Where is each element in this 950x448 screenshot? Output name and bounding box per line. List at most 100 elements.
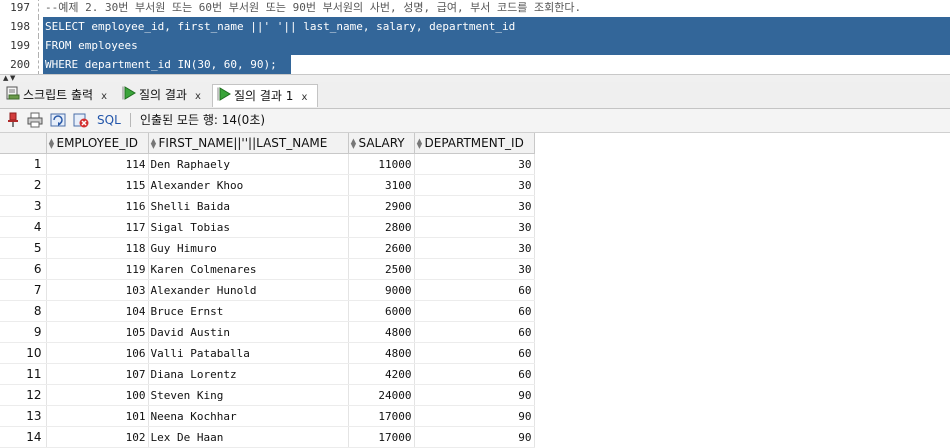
cell-employee-id[interactable]: 101 xyxy=(46,405,149,427)
cell-department-id[interactable]: 60 xyxy=(414,300,535,322)
cell-employee-id[interactable]: 116 xyxy=(46,195,149,217)
table-row[interactable]: 7 103 Alexander Hunold 9000 60 xyxy=(0,279,535,301)
cell-full-name[interactable]: David Austin xyxy=(148,321,349,343)
cell-full-name[interactable]: Bruce Ernst xyxy=(148,300,349,322)
cell-employee-id[interactable]: 117 xyxy=(46,216,149,238)
cell-salary[interactable]: 2800 xyxy=(348,216,415,238)
close-icon[interactable]: x xyxy=(101,91,107,102)
cell-department-id[interactable]: 30 xyxy=(414,237,535,259)
code-text[interactable]: --예제 2. 30번 부서원 또는 60번 부서원 또는 90번 부서원의 사… xyxy=(45,0,581,17)
close-icon[interactable]: x xyxy=(301,92,307,103)
cell-salary[interactable]: 2600 xyxy=(348,237,415,259)
table-row[interactable]: 12 100 Steven King 24000 90 xyxy=(0,384,535,406)
cell-department-id[interactable]: 30 xyxy=(414,216,535,238)
cell-employee-id[interactable]: 104 xyxy=(46,300,149,322)
cell-salary[interactable]: 4800 xyxy=(348,342,415,364)
cell-department-id[interactable]: 30 xyxy=(414,195,535,217)
table-row[interactable]: 3 116 Shelli Baida 2900 30 xyxy=(0,195,535,217)
column-header[interactable]: ▲ ▼ EMPLOYEE_ID xyxy=(46,133,149,154)
row-number-header xyxy=(0,133,47,154)
table-row[interactable]: 8 104 Bruce Ernst 6000 60 xyxy=(0,300,535,322)
cell-full-name[interactable]: Shelli Baida xyxy=(148,195,349,217)
cell-employee-id[interactable]: 107 xyxy=(46,363,149,385)
code-text[interactable]: SELECT employee_id, first_name ||' '|| l… xyxy=(45,17,515,36)
cell-salary[interactable]: 2900 xyxy=(348,195,415,217)
collapse-down-icon[interactable]: ▼ xyxy=(10,75,15,82)
fold-guide xyxy=(38,36,40,55)
cell-department-id[interactable]: 90 xyxy=(414,426,535,448)
cell-department-id[interactable]: 30 xyxy=(414,258,535,280)
table-row[interactable]: 9 105 David Austin 4800 60 xyxy=(0,321,535,343)
cell-salary[interactable]: 17000 xyxy=(348,405,415,427)
cell-employee-id[interactable]: 100 xyxy=(46,384,149,406)
cell-department-id[interactable]: 90 xyxy=(414,384,535,406)
cell-full-name[interactable]: Den Raphaely xyxy=(148,153,349,175)
table-row[interactable]: 2 115 Alexander Khoo 3100 30 xyxy=(0,174,535,196)
table-row[interactable]: 10 106 Valli Pataballa 4800 60 xyxy=(0,342,535,364)
collapse-up-icon[interactable]: ▲ xyxy=(3,75,8,82)
tab-query-result[interactable]: 질의 결과 x xyxy=(118,84,201,106)
sort-icon[interactable]: ▲ ▼ xyxy=(47,137,57,149)
tab-label: 질의 결과 xyxy=(139,88,187,102)
cell-full-name[interactable]: Alexander Hunold xyxy=(148,279,349,301)
cell-salary[interactable]: 4200 xyxy=(348,363,415,385)
cell-full-name[interactable]: Lex De Haan xyxy=(148,426,349,448)
cell-department-id[interactable]: 60 xyxy=(414,363,535,385)
table-row[interactable]: 4 117 Sigal Tobias 2800 30 xyxy=(0,216,535,238)
cell-full-name[interactable]: Alexander Khoo xyxy=(148,174,349,196)
cell-full-name[interactable]: Karen Colmenares xyxy=(148,258,349,280)
cell-salary[interactable]: 17000 xyxy=(348,426,415,448)
cell-employee-id[interactable]: 106 xyxy=(46,342,149,364)
cell-full-name[interactable]: Neena Kochhar xyxy=(148,405,349,427)
table-row[interactable]: 5 118 Guy Himuro 2600 30 xyxy=(0,237,535,259)
cell-salary[interactable]: 11000 xyxy=(348,153,415,175)
table-row[interactable]: 6 119 Karen Colmenares 2500 30 xyxy=(0,258,535,280)
cell-salary[interactable]: 24000 xyxy=(348,384,415,406)
cell-full-name[interactable]: Sigal Tobias xyxy=(148,216,349,238)
cell-department-id[interactable]: 90 xyxy=(414,405,535,427)
print-icon[interactable] xyxy=(27,112,43,128)
sql-button[interactable]: SQL xyxy=(97,112,121,128)
column-header[interactable]: ▲ ▼ DEPARTMENT_ID xyxy=(414,133,535,154)
cell-employee-id[interactable]: 115 xyxy=(46,174,149,196)
cell-employee-id[interactable]: 118 xyxy=(46,237,149,259)
cell-salary[interactable]: 2500 xyxy=(348,258,415,280)
pin-icon[interactable] xyxy=(5,112,21,128)
table-row[interactable]: 11 107 Diana Lorentz 4200 60 xyxy=(0,363,535,385)
code-text[interactable]: FROM employees xyxy=(45,36,138,55)
table-row[interactable]: 14 102 Lex De Haan 17000 90 xyxy=(0,426,535,448)
cell-employee-id[interactable]: 102 xyxy=(46,426,149,448)
column-header[interactable]: ▲ ▼ FIRST_NAME||''||LAST_NAME xyxy=(148,133,349,154)
table-row[interactable]: 1 114 Den Raphaely 11000 30 xyxy=(0,153,535,175)
cell-full-name[interactable]: Steven King xyxy=(148,384,349,406)
cell-employee-id[interactable]: 103 xyxy=(46,279,149,301)
cell-salary[interactable]: 9000 xyxy=(348,279,415,301)
sort-icon[interactable]: ▲ ▼ xyxy=(149,137,159,149)
cell-full-name[interactable]: Valli Pataballa xyxy=(148,342,349,364)
tab-query-result-1[interactable]: 질의 결과 1 x xyxy=(212,84,318,107)
cancel-icon[interactable] xyxy=(73,112,89,128)
cell-department-id[interactable]: 30 xyxy=(414,174,535,196)
sort-icon[interactable]: ▲ ▼ xyxy=(415,137,425,149)
cell-salary[interactable]: 3100 xyxy=(348,174,415,196)
tab-script-output[interactable]: 스크립트 출력 x xyxy=(2,84,107,106)
column-header[interactable]: ▲ ▼ SALARY xyxy=(348,133,415,154)
table-row[interactable]: 13 101 Neena Kochhar 17000 90 xyxy=(0,405,535,427)
cell-employee-id[interactable]: 105 xyxy=(46,321,149,343)
cell-salary[interactable]: 6000 xyxy=(348,300,415,322)
cell-full-name[interactable]: Guy Himuro xyxy=(148,237,349,259)
close-icon[interactable]: x xyxy=(195,91,201,102)
cell-department-id[interactable]: 30 xyxy=(414,153,535,175)
sql-editor[interactable]: 197 --예제 2. 30번 부서원 또는 60번 부서원 또는 90번 부서… xyxy=(0,0,950,74)
refresh-icon[interactable] xyxy=(50,112,66,128)
code-text[interactable]: WHERE department_id IN(30, 60, 90); xyxy=(45,55,277,74)
cell-employee-id[interactable]: 119 xyxy=(46,258,149,280)
result-grid[interactable]: ▲ ▼ EMPLOYEE_ID ▲ ▼ FIRST_NAME||''||LAST_NAM… xyxy=(0,133,950,448)
cell-salary[interactable]: 4800 xyxy=(348,321,415,343)
cell-full-name[interactable]: Diana Lorentz xyxy=(148,363,349,385)
cell-department-id[interactable]: 60 xyxy=(414,342,535,364)
cell-department-id[interactable]: 60 xyxy=(414,279,535,301)
sort-icon[interactable]: ▲ ▼ xyxy=(349,137,359,149)
cell-employee-id[interactable]: 114 xyxy=(46,153,149,175)
cell-department-id[interactable]: 60 xyxy=(414,321,535,343)
